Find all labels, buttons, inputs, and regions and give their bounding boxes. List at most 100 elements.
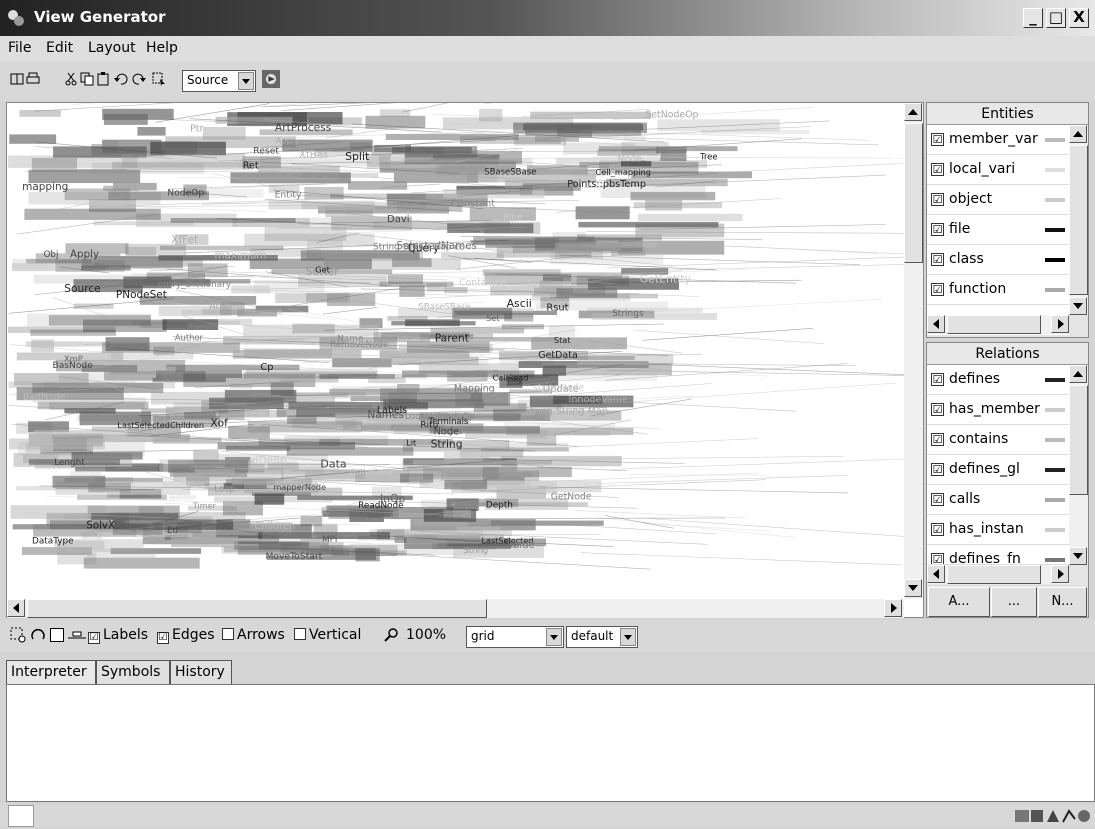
scroll-down-button[interactable] bbox=[1069, 297, 1087, 315]
menu-edit[interactable]: Edit bbox=[46, 40, 73, 56]
relations-hscrollbar[interactable] bbox=[927, 565, 1069, 584]
graph-node-label[interactable]: mapperNode bbox=[274, 482, 327, 492]
graph-node-label[interactable]: Entity bbox=[275, 190, 302, 201]
graph-node-label[interactable]: PNodeSet bbox=[116, 289, 167, 301]
graph-node-label[interactable]: Points::pbsTemp bbox=[567, 179, 646, 190]
graph-hscroll-thumb[interactable] bbox=[27, 599, 487, 618]
graph-node-label[interactable]: Pipe bbox=[504, 213, 524, 223]
graph-node-label[interactable]: MPi bbox=[322, 535, 337, 545]
entity-checkbox[interactable]: ☑ bbox=[931, 193, 944, 206]
relation-checkbox[interactable]: ☑ bbox=[931, 553, 944, 565]
cut-icon[interactable] bbox=[64, 72, 78, 86]
graph-node-label[interactable]: Apply bbox=[276, 135, 300, 145]
graph-node-label[interactable]: Labels bbox=[377, 405, 407, 416]
graph-view[interactable]: LitPtrStringStringString String Map ccAr… bbox=[6, 102, 924, 618]
vertical-checkbox[interactable] bbox=[294, 628, 306, 640]
graph-node-label[interactable]: maximum bbox=[215, 250, 267, 262]
entity-color-swatch[interactable] bbox=[1045, 288, 1065, 292]
graph-node-label[interactable]: Stat bbox=[554, 335, 571, 345]
lasso-select-icon[interactable] bbox=[10, 627, 26, 643]
graph-node-label[interactable]: Parent bbox=[435, 332, 469, 345]
graph-node-label[interactable]: Mapping bbox=[454, 383, 495, 394]
graph-node-label[interactable]: XfFet bbox=[171, 234, 198, 246]
graph-node-label[interactable]: mapping bbox=[22, 181, 68, 193]
relation-item[interactable]: ☑has_instan bbox=[927, 515, 1069, 545]
graph-node-label[interactable]: Contained bbox=[459, 278, 507, 289]
undo-icon[interactable] bbox=[114, 72, 128, 86]
menu-file[interactable]: File bbox=[8, 40, 31, 56]
relation-checkbox[interactable]: ☑ bbox=[931, 493, 944, 506]
scroll-down-button[interactable] bbox=[1069, 547, 1087, 565]
entity-color-swatch[interactable] bbox=[1045, 198, 1065, 202]
refresh-view-icon[interactable] bbox=[262, 70, 280, 88]
relation-color-swatch[interactable] bbox=[1045, 528, 1065, 532]
relation-item[interactable]: ☑contains bbox=[927, 425, 1069, 455]
print-icon[interactable] bbox=[26, 72, 40, 86]
entity-item[interactable]: ☑function bbox=[927, 275, 1069, 305]
minimize-button[interactable]: _ bbox=[1023, 8, 1043, 28]
graph-node-label[interactable]: String bbox=[431, 438, 463, 451]
entity-checkbox[interactable]: ☑ bbox=[931, 283, 944, 296]
copy-icon[interactable] bbox=[80, 72, 94, 86]
tab-interpreter[interactable]: Interpreter bbox=[6, 660, 96, 684]
entities-hscrollbar[interactable] bbox=[927, 315, 1069, 334]
menu-layout[interactable]: Layout bbox=[88, 40, 136, 56]
edges-toggle[interactable]: ☑Edges bbox=[157, 627, 215, 644]
graph-node-label[interactable]: GetData bbox=[538, 350, 578, 361]
graph-node-label[interactable]: Rsut bbox=[546, 302, 568, 313]
graph-node-label[interactable]: ArtProcess bbox=[275, 121, 332, 134]
graph-node-label[interactable]: Ptr bbox=[190, 124, 203, 135]
graph-node-label[interactable]: Tree bbox=[699, 151, 717, 161]
scroll-right-button[interactable] bbox=[884, 599, 902, 617]
graph-node-label[interactable]: Lit bbox=[406, 437, 417, 447]
scroll-left-button[interactable] bbox=[7, 599, 25, 617]
entity-checkbox[interactable]: ☑ bbox=[931, 253, 944, 266]
graph-node-label[interactable]: InQp bbox=[380, 492, 406, 505]
edges-checkbox[interactable]: ☑ bbox=[157, 632, 169, 644]
interpreter-console[interactable] bbox=[6, 684, 1095, 802]
relation-item[interactable]: ☑defines_fn bbox=[927, 545, 1069, 565]
scroll-right-button[interactable] bbox=[1051, 565, 1069, 583]
relation-checkbox[interactable]: ☑ bbox=[931, 523, 944, 536]
graph-node-label[interactable]: Apply bbox=[70, 248, 99, 260]
graph-horizontal-scrollbar[interactable] bbox=[7, 599, 904, 618]
relations-all-button[interactable]: A... bbox=[928, 587, 990, 617]
tab-history[interactable]: History bbox=[170, 660, 232, 684]
graph-node-label[interactable]: GetNode bbox=[551, 492, 592, 503]
scroll-right-button[interactable] bbox=[1051, 315, 1069, 333]
scroll-down-button[interactable] bbox=[904, 579, 922, 597]
graph-node-label[interactable]: Loop bbox=[214, 485, 235, 495]
graph-node-label[interactable]: Source bbox=[64, 283, 100, 295]
relation-checkbox[interactable]: ☑ bbox=[931, 373, 944, 386]
source-select[interactable]: Source bbox=[182, 70, 256, 92]
relation-item[interactable]: ☑defines_gl bbox=[927, 455, 1069, 485]
entity-checkbox[interactable]: ☑ bbox=[931, 133, 944, 146]
entities-vscroll-thumb[interactable] bbox=[1069, 145, 1088, 295]
relation-color-swatch[interactable] bbox=[1045, 558, 1065, 562]
relation-color-swatch[interactable] bbox=[1045, 408, 1065, 412]
arrows-toggle[interactable]: Arrows bbox=[222, 627, 285, 643]
scroll-up-button[interactable] bbox=[904, 103, 922, 121]
graph-node-label[interactable]: Mat bbox=[429, 240, 444, 250]
relation-color-swatch[interactable] bbox=[1045, 378, 1065, 382]
scroll-up-button[interactable] bbox=[1069, 365, 1087, 383]
graph-node-label[interactable]: Cell_mapping bbox=[596, 167, 651, 177]
scroll-up-button[interactable] bbox=[1069, 125, 1087, 143]
rectangle-tool-icon[interactable] bbox=[50, 628, 64, 642]
graph-node-label[interactable]: DataType bbox=[32, 537, 74, 547]
paste-icon[interactable] bbox=[96, 72, 110, 86]
entity-checkbox[interactable]: ☑ bbox=[931, 163, 944, 176]
entity-item[interactable]: ☑member_var bbox=[927, 125, 1069, 155]
labels-toggle[interactable]: ☑Labels bbox=[88, 627, 148, 644]
graph-node-label[interactable]: Terminals bbox=[428, 416, 469, 426]
zoom-magnifier-icon[interactable] bbox=[384, 627, 400, 643]
entity-color-swatch[interactable] bbox=[1045, 228, 1065, 232]
relations-more-button[interactable]: ... bbox=[991, 587, 1037, 617]
graph-node-label[interactable]: Reset bbox=[253, 146, 279, 157]
entity-item[interactable]: ☑object bbox=[927, 185, 1069, 215]
redo-icon[interactable] bbox=[132, 72, 146, 86]
relation-checkbox[interactable]: ☑ bbox=[931, 463, 944, 476]
graph-node-label[interactable]: OtherData bbox=[350, 467, 393, 477]
graph-node-label[interactable]: Timer bbox=[192, 500, 217, 510]
color-scheme-select[interactable]: default bbox=[566, 626, 638, 648]
